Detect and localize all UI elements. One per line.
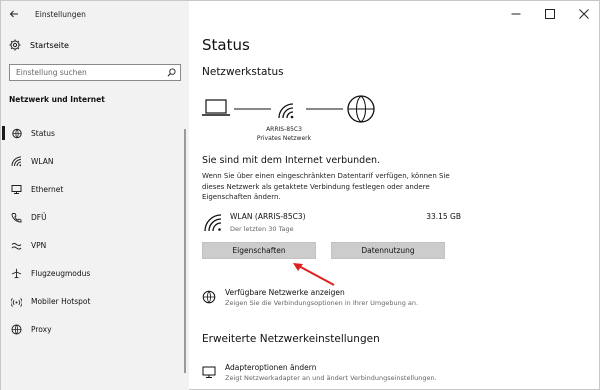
- available-networks-title: Verfügbare Netzwerke anzeigen: [225, 288, 345, 297]
- sidebar-item-proxy[interactable]: Proxy: [1, 315, 189, 343]
- sidebar-item-label: Flugzeugmodus: [31, 268, 91, 278]
- maximize-button[interactable]: [533, 1, 567, 27]
- annotation-arrow: [293, 263, 335, 286]
- close-button[interactable]: [567, 1, 600, 27]
- sidebar-scrollbar[interactable]: [184, 129, 186, 373]
- title-bar: Einstellungen: [1, 1, 189, 27]
- window-controls: [499, 1, 600, 27]
- vpn-icon: [10, 239, 22, 251]
- sidebar-item-label: VPN: [31, 240, 47, 250]
- wifi-icon: [10, 155, 22, 167]
- available-networks-link[interactable]: Verfügbare Netzwerke anzeigen Zeigen Sie…: [202, 288, 418, 307]
- sidebar-item-status[interactable]: Status: [1, 119, 189, 147]
- sidebar: Einstellungen Startseite Einstellung suc…: [1, 1, 189, 390]
- adapter-options-subtitle: Zeigt Netzwerkadapter an und ändert Verb…: [225, 374, 437, 382]
- wifi-router-icon: [278, 103, 294, 119]
- adapter-icon: [202, 366, 216, 378]
- adapter-options-title: Adapteroptionen ändern: [225, 363, 317, 372]
- airplane-icon: [10, 267, 22, 279]
- sidebar-item-label: Status: [31, 128, 55, 138]
- maximize-icon: [545, 9, 555, 19]
- nav-list: Status WLAN Ethernet DFÜ VPN Flugzeugmod…: [1, 119, 189, 343]
- globe-icon: [10, 323, 22, 335]
- wifi-icon: [204, 214, 222, 232]
- data-usage-button[interactable]: Datennutzung: [331, 242, 445, 259]
- connection-status: Sie sind mit dem Internet verbunden.: [202, 155, 381, 166]
- back-button[interactable]: [1, 1, 27, 27]
- internet-globe-icon: [347, 95, 375, 123]
- wlan-usage: 33.15 GB: [426, 212, 461, 221]
- advanced-settings-heading: Erweiterte Netzwerkeinstellungen: [202, 333, 380, 345]
- network-type: Privates Netzwerk: [256, 135, 312, 142]
- sidebar-item-label: Mobiler Hotspot: [31, 296, 91, 306]
- home-globe-icon: [10, 127, 22, 139]
- sidebar-item-label: DFÜ: [31, 212, 47, 222]
- wlan-name: WLAN (ARRIS-85C3): [230, 212, 306, 221]
- globe-network-icon: [202, 290, 216, 304]
- arrow-left-icon: [9, 10, 18, 18]
- adapter-options-link[interactable]: Adapteroptionen ändern Zeigt Netzwerkada…: [202, 363, 437, 382]
- connection-description: Wenn Sie über einen eingeschränkten Date…: [202, 172, 450, 201]
- sidebar-item-wlan[interactable]: WLAN: [1, 147, 189, 175]
- search-input[interactable]: Einstellung suchen: [9, 64, 181, 81]
- app-title: Einstellungen: [35, 9, 86, 19]
- sidebar-item-ethernet[interactable]: Ethernet: [1, 175, 189, 203]
- sidebar-item-mobile-hotspot[interactable]: Mobiler Hotspot: [1, 287, 189, 315]
- network-name: ARRIS-85C3: [266, 126, 302, 133]
- page-title: Status: [202, 36, 250, 54]
- minimize-icon: [511, 13, 521, 15]
- sidebar-item-label: Proxy: [31, 324, 52, 334]
- hotspot-icon: [10, 295, 22, 307]
- main-content: Status Netzwerkstatus ARRIS-85C3 Private…: [189, 1, 600, 390]
- ethernet-icon: [10, 183, 22, 195]
- sidebar-item-vpn[interactable]: VPN: [1, 231, 189, 259]
- laptop-icon: [202, 99, 230, 116]
- wlan-period: Der letzten 30 Tage: [230, 225, 294, 233]
- minimize-button[interactable]: [499, 1, 533, 27]
- sidebar-item-airplane-mode[interactable]: Flugzeugmodus: [1, 259, 189, 287]
- network-status-heading: Netzwerkstatus: [202, 66, 284, 78]
- network-label: ARRIS-85C3 Privates Netzwerk: [189, 125, 379, 143]
- home-link[interactable]: Startseite: [9, 39, 69, 51]
- close-icon: [579, 9, 589, 19]
- phone-icon: [10, 211, 22, 223]
- properties-button[interactable]: Eigenschaften: [202, 242, 316, 259]
- wlan-usage-row: WLAN (ARRIS-85C3) Der letzten 30 Tage 33…: [203, 211, 461, 237]
- available-networks-subtitle: Zeigen Sie die Verbindungsoptionen in Ih…: [225, 299, 419, 307]
- settings-window: Einstellungen Startseite Einstellung suc…: [0, 0, 600, 390]
- search-icon: [167, 68, 176, 77]
- home-label: Startseite: [30, 40, 69, 50]
- section-heading: Netzwerk und Internet: [9, 95, 105, 104]
- home-gear-icon: [9, 39, 21, 51]
- search-placeholder: Einstellung suchen: [16, 68, 87, 77]
- sidebar-item-label: WLAN: [31, 156, 54, 166]
- sidebar-item-label: Ethernet: [31, 184, 64, 194]
- sidebar-item-dfue[interactable]: DFÜ: [1, 203, 189, 231]
